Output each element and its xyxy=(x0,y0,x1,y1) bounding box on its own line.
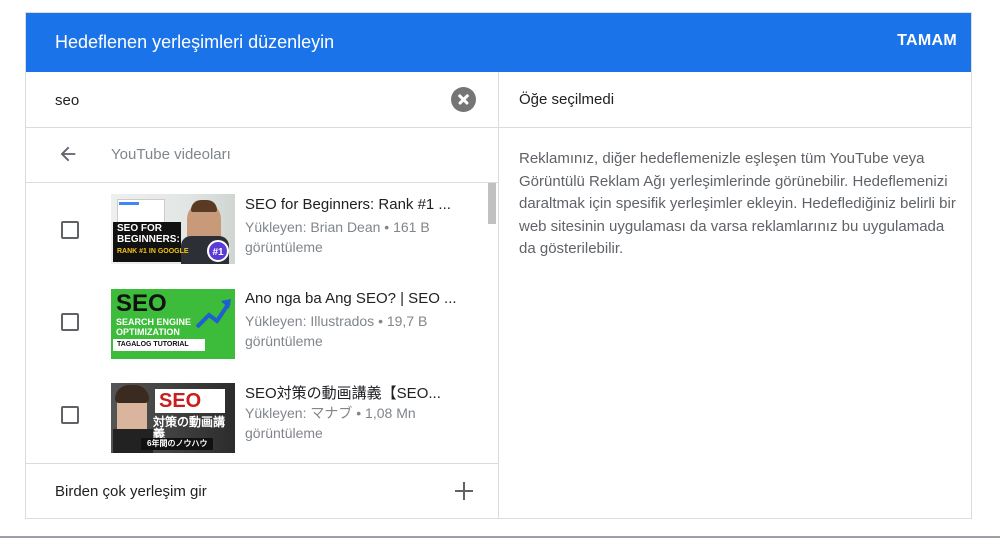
back-arrow-icon[interactable] xyxy=(57,143,79,165)
video-checkbox[interactable] xyxy=(61,406,79,424)
thumb-text: BEGINNERS: xyxy=(117,234,180,245)
selection-header: Öğe seçilmedi xyxy=(499,72,971,128)
ok-button[interactable]: TAMAM xyxy=(897,32,957,50)
list-item[interactable]: SEO 対策の動画講義 6年間のノウハウ SEO対策の動画講義【SEO... Y… xyxy=(26,371,486,463)
video-title[interactable]: SEO対策の動画講義【SEO... xyxy=(245,382,475,403)
edit-placements-dialog: Hedeflenen yerleşimleri düzenleyin TAMAM… xyxy=(25,12,972,519)
thumb-text: 6年間のノウハウ xyxy=(147,439,208,448)
thumb-text: SEO xyxy=(159,390,202,412)
category-row: YouTube videoları xyxy=(26,127,498,183)
video-checkbox[interactable] xyxy=(61,221,79,239)
page-divider xyxy=(0,536,1000,538)
search-input[interactable] xyxy=(55,88,435,112)
video-title[interactable]: SEO for Beginners: Rank #1 ... xyxy=(245,196,475,213)
dialog-header: Hedeflenen yerleşimleri düzenleyin TAMAM xyxy=(26,13,971,72)
video-thumbnail: SEO FOR BEGINNERS: RANK #1 IN GOOGLE #1 xyxy=(111,194,235,264)
thumb-text: RANK #1 IN GOOGLE xyxy=(117,248,189,255)
info-text: Reklamınız, diğer hedeflemenizle eşleşen… xyxy=(519,150,956,257)
clear-search-icon[interactable] xyxy=(451,87,476,112)
thumb-text: SEARCH ENGINE xyxy=(116,317,192,327)
trend-arrow-icon xyxy=(195,299,231,329)
video-list: SEO FOR BEGINNERS: RANK #1 IN GOOGLE #1 … xyxy=(26,183,498,463)
video-meta: Yükleyen: Brian Dean • 161 B görüntüleme xyxy=(245,219,430,255)
multi-entry-label[interactable]: Birden çok yerleşim gir xyxy=(55,483,207,500)
plus-icon[interactable] xyxy=(455,482,473,500)
thumb-text: 対策の動画講義 xyxy=(153,415,226,441)
thumb-text: OPTIMIZATION xyxy=(116,327,180,337)
video-checkbox[interactable] xyxy=(61,313,79,331)
thumb-text: TAGALOG TUTORIAL xyxy=(117,341,189,348)
thumb-badge: #1 xyxy=(207,240,229,262)
thumb-text: SEO FOR xyxy=(117,223,163,234)
multi-entry-row[interactable]: Birden çok yerleşim gir xyxy=(26,463,498,519)
video-meta: Yükleyen: マナブ • 1,08 Mn görüntüleme xyxy=(245,405,416,441)
thumb-text: SEO xyxy=(116,290,167,317)
list-item[interactable]: SEO FOR BEGINNERS: RANK #1 IN GOOGLE #1 … xyxy=(26,183,486,276)
video-thumbnail: SEO SEARCH ENGINE OPTIMIZATION TAGALOG T… xyxy=(111,289,235,359)
video-meta: Yükleyen: Illustrados • 19,7 B görüntüle… xyxy=(245,313,428,349)
dialog-title: Hedeflenen yerleşimleri düzenleyin xyxy=(55,32,335,52)
list-scrollbar[interactable] xyxy=(488,183,496,224)
video-title[interactable]: Ano nga ba Ang SEO? | SEO ... xyxy=(245,290,475,307)
search-pane: YouTube videoları SEO FOR BEGINNERS: RAN… xyxy=(26,72,499,518)
no-selection-label: Öğe seçilmedi xyxy=(519,91,615,108)
search-row xyxy=(26,72,498,128)
list-item[interactable]: SEO SEARCH ENGINE OPTIMIZATION TAGALOG T… xyxy=(26,277,486,370)
selection-pane: Öğe seçilmedi Reklamınız, diğer hedeflem… xyxy=(499,72,971,518)
category-label: YouTube videoları xyxy=(111,146,231,163)
video-thumbnail: SEO 対策の動画講義 6年間のノウハウ xyxy=(111,383,235,453)
